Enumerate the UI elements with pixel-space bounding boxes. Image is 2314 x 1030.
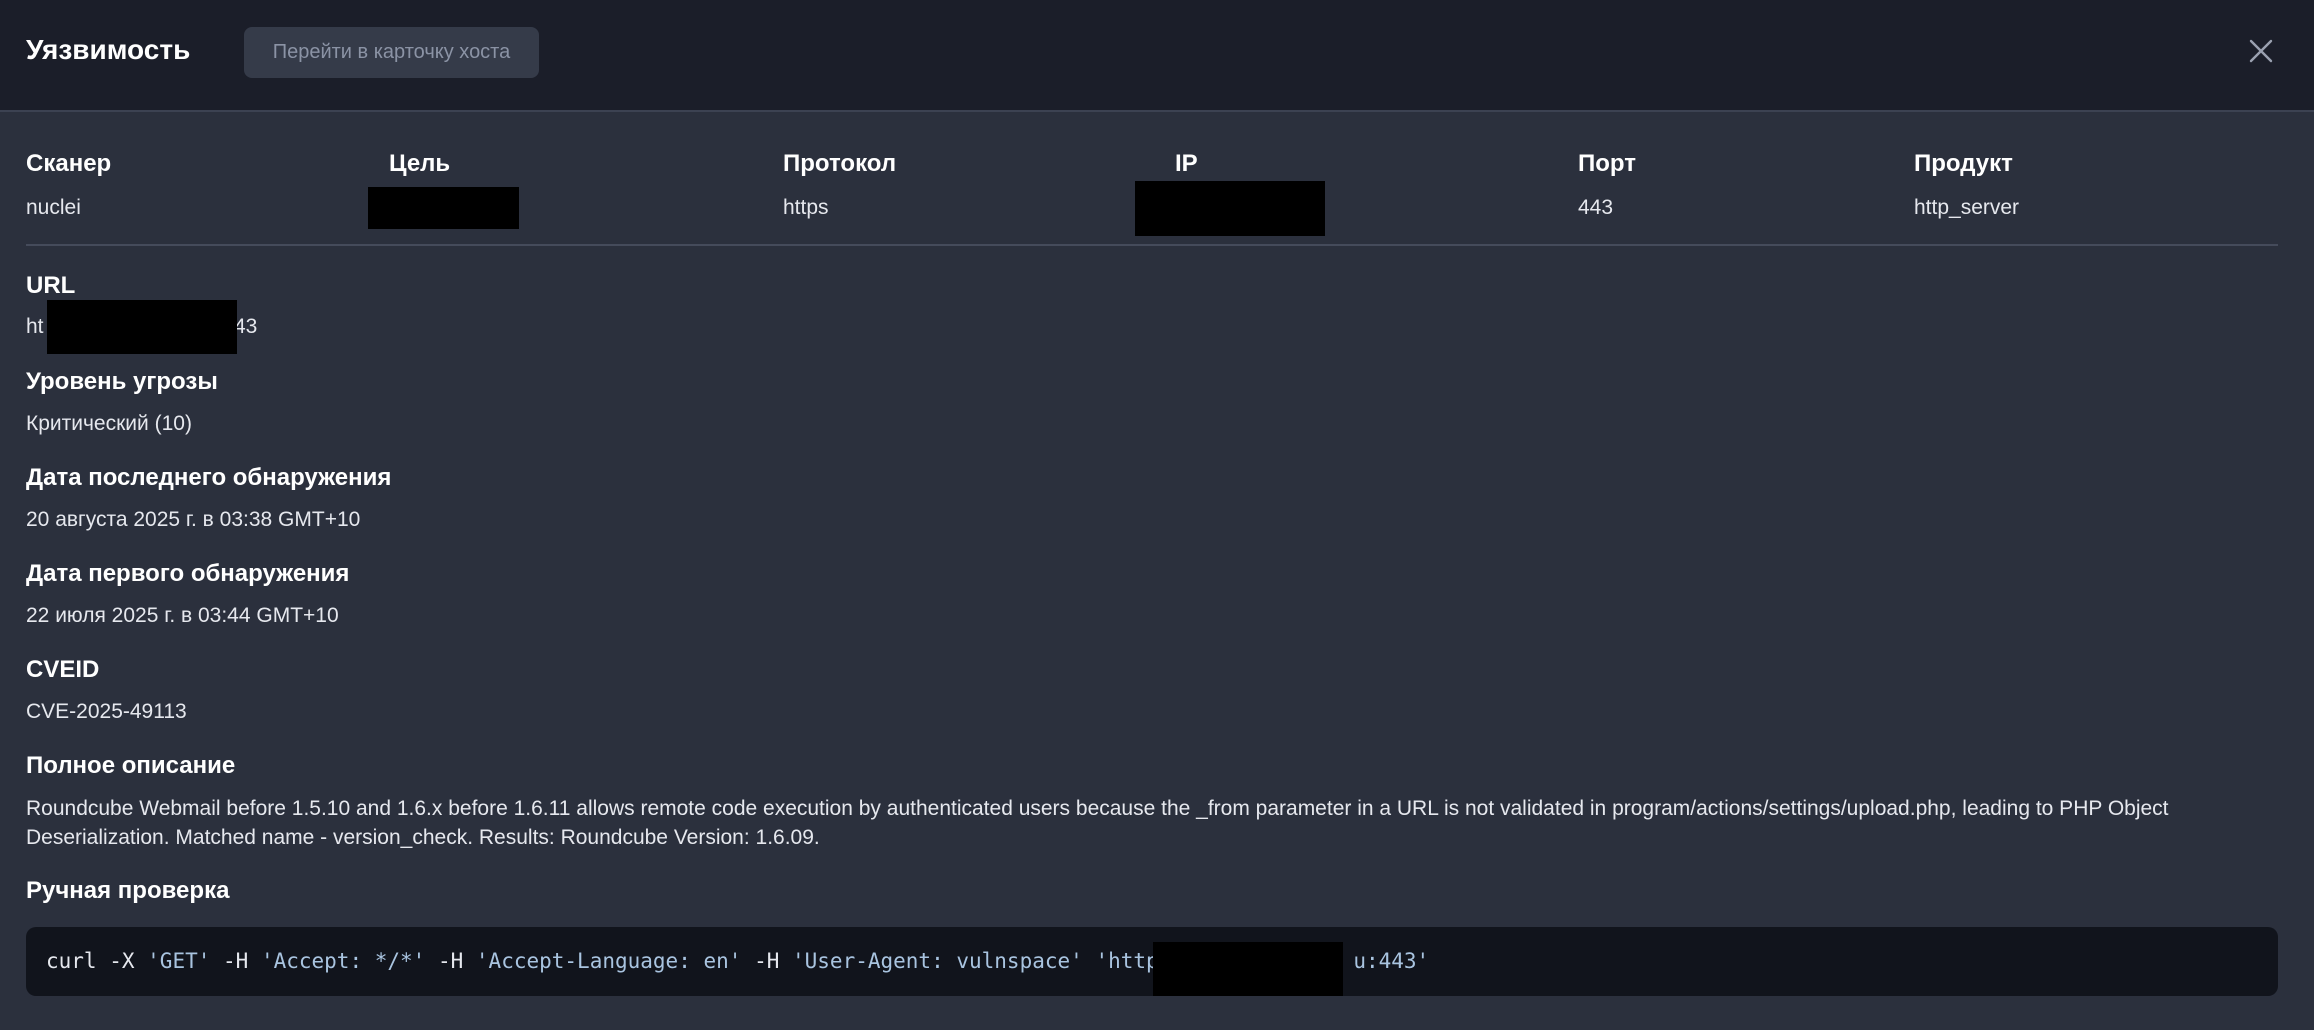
code-string-url-suffix: u:443' bbox=[1353, 949, 1430, 973]
last-seen-label: Дата последнего обнаружения bbox=[26, 464, 392, 491]
first-seen-label: Дата первого обнаружения bbox=[26, 560, 350, 587]
last-seen-value: 20 августа 2025 г. в 03:38 GMT+10 bbox=[26, 508, 361, 531]
code-string: 'GET' bbox=[147, 949, 211, 973]
code-string: 'Accept: */*' bbox=[260, 949, 426, 973]
code-url-redaction bbox=[1153, 942, 1343, 996]
product-label: Продукт bbox=[1914, 150, 2013, 177]
protocol-label: Протокол bbox=[783, 150, 897, 177]
close-icon[interactable] bbox=[2248, 38, 2274, 64]
code-token: -H bbox=[425, 949, 476, 973]
threat-level-value: Критический (10) bbox=[26, 412, 192, 435]
url-label: URL bbox=[26, 272, 76, 299]
port-value: 443 bbox=[1578, 196, 1614, 219]
first-seen-value: 22 июля 2025 г. в 03:44 GMT+10 bbox=[26, 604, 339, 627]
manual-check-label: Ручная проверка bbox=[26, 877, 230, 904]
product-value: http_server bbox=[1914, 196, 2020, 219]
manual-check-code-block[interactable]: curl -X 'GET' -H 'Accept: */*' -H 'Accep… bbox=[26, 927, 2278, 996]
description-text: Roundcube Webmail before 1.5.10 and 1.6.… bbox=[26, 797, 2169, 849]
url-redaction bbox=[47, 300, 237, 354]
section-divider bbox=[26, 244, 2278, 246]
url-value-prefix: ht bbox=[26, 315, 44, 338]
code-token: curl -X bbox=[46, 949, 148, 973]
ip-label: IP bbox=[1175, 150, 1198, 177]
code-token: -H bbox=[741, 949, 792, 973]
target-label: Цель bbox=[389, 150, 451, 177]
url-value-suffix: 43 bbox=[234, 315, 258, 338]
code-string: 'User-Agent: vulnspace' bbox=[792, 949, 1083, 973]
scanner-label: Сканер bbox=[26, 150, 112, 177]
protocol-value: https bbox=[783, 196, 829, 219]
go-to-host-card-button[interactable]: Перейти в карточку хоста bbox=[244, 27, 539, 78]
threat-level-label: Уровень угрозы bbox=[26, 368, 218, 395]
ip-redaction bbox=[1135, 181, 1325, 236]
code-token: -H bbox=[210, 949, 261, 973]
target-redaction bbox=[368, 187, 519, 229]
scanner-value: nuclei bbox=[26, 196, 81, 219]
port-label: Порт bbox=[1578, 150, 1637, 177]
modal-title: Уязвимость bbox=[26, 34, 191, 65]
modal-header: Уязвимость Перейти в карточку хоста bbox=[0, 0, 2314, 112]
description-label: Полное описание bbox=[26, 752, 236, 779]
code-string: 'Accept-Language: en' bbox=[475, 949, 742, 973]
cveid-value: CVE-2025-49113 bbox=[26, 700, 187, 723]
cveid-label: CVEID bbox=[26, 656, 100, 683]
